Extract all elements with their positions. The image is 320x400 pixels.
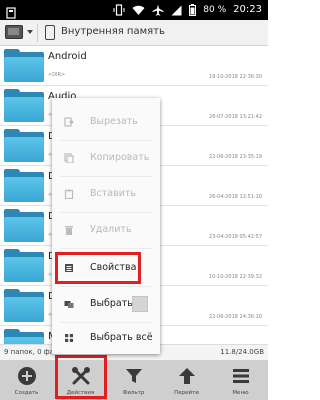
filter-label: Фильтр <box>122 390 145 396</box>
select-checkbox[interactable] <box>132 296 148 312</box>
folder-icon <box>4 289 44 322</box>
menu-item-label: Вырезать <box>90 116 138 127</box>
battery-icon <box>189 4 197 16</box>
storage-label[interactable]: Внутренняя память <box>61 26 165 37</box>
add-icon <box>17 367 36 385</box>
properties-highlight-box <box>55 252 141 284</box>
goto-button[interactable]: Перейти <box>160 360 213 400</box>
create-label: Создать <box>14 390 39 396</box>
menu-divider <box>60 212 152 213</box>
menu-button[interactable]: Меню <box>214 360 267 400</box>
menu-icon <box>232 369 249 383</box>
menu-item-copy[interactable]: Копировать <box>52 142 160 174</box>
menu-item-paste[interactable]: Вставить <box>52 178 160 210</box>
bottom-toolbar: Создать Действия Фильтр Перейти Меню <box>0 360 268 400</box>
menu-divider <box>60 286 152 287</box>
menu-item-label: Удалить <box>90 224 132 235</box>
filter-button[interactable]: Фильтр <box>107 360 160 400</box>
select-icon <box>64 301 74 308</box>
actions-context-menu: Вырезать Копировать Вставить Удалить Сво… <box>52 98 160 354</box>
delete-icon <box>65 226 73 235</box>
menu-divider <box>60 248 152 249</box>
goto-label: Перейти <box>174 390 199 396</box>
folder-date: 10-10-2018 22:39:32 <box>208 274 262 280</box>
phone-storage-icon <box>45 25 55 40</box>
path-bar: Внутренняя память <box>0 20 268 46</box>
menu-divider <box>60 140 152 141</box>
cut-icon <box>64 117 74 127</box>
folder-date: 26-04-2018 12:51:10 <box>208 194 262 200</box>
wifi-icon <box>132 5 145 15</box>
folder-meta: <DIR> <box>48 72 66 78</box>
select-all-icon <box>65 334 73 342</box>
menu-item-select-all[interactable]: Выбрать всё <box>52 322 160 354</box>
folder-icon <box>4 169 44 202</box>
folder-date: 19-10-2018 22:36:30 <box>208 74 262 80</box>
clock: 20:23 <box>233 4 262 15</box>
folder-icon <box>4 209 44 242</box>
notification-icon <box>6 7 16 19</box>
menu-item-delete[interactable]: Удалить <box>52 214 160 246</box>
storage-selector-icon[interactable] <box>5 25 23 39</box>
folder-icon <box>4 329 44 344</box>
folder-icon <box>4 89 44 122</box>
menu-item-label: Вставить <box>90 188 137 199</box>
filter-icon <box>125 369 142 383</box>
menu-divider <box>60 176 152 177</box>
status-bar: 80 % 20:23 <box>0 0 268 20</box>
signal-icon <box>171 5 182 15</box>
folder-icon <box>4 49 44 82</box>
menu-item-cut[interactable]: Вырезать <box>52 106 160 138</box>
menu-item-label: Копировать <box>90 152 150 163</box>
chevron-down-icon[interactable] <box>27 30 33 34</box>
folder-date: 23-04-2018 05:42:57 <box>208 234 262 240</box>
upload-arrow-icon <box>178 368 195 384</box>
battery-percent: 80 % <box>203 5 227 15</box>
menu-item-label: Выбрать всё <box>90 332 153 343</box>
folder-date: 22-06-2018 24:36:10 <box>208 314 262 320</box>
folder-icon <box>4 249 44 282</box>
paste-icon <box>64 189 74 199</box>
storage-usage: 11.8/24.0GB <box>220 348 264 356</box>
folder-date: 22-06-2018 23:35:19 <box>208 154 262 160</box>
airplane-mode-icon <box>152 4 164 16</box>
folder-name: Android <box>48 51 87 62</box>
vibrate-icon <box>113 4 125 16</box>
folder-row[interactable]: Android <DIR> 19-10-2018 22:36:30 <box>0 46 268 86</box>
path-separator <box>37 24 38 42</box>
folder-icon <box>4 129 44 162</box>
item-count: 9 папок, 0 фай <box>4 348 59 356</box>
menu-label: Меню <box>232 390 249 396</box>
copy-icon <box>64 153 74 163</box>
folder-date: 28-07-2018 13:21:42 <box>208 114 262 120</box>
create-button[interactable]: Создать <box>0 360 53 400</box>
menu-item-select[interactable]: Выбрать <box>52 288 160 320</box>
menu-item-label: Выбрать <box>90 298 133 309</box>
actions-highlight-box <box>55 355 107 399</box>
